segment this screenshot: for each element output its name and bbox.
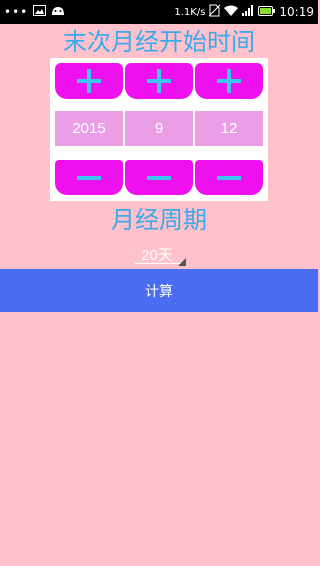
no-sim-icon [209, 4, 221, 20]
wifi-icon [224, 5, 239, 19]
cycle-length-select[interactable]: 20天 [133, 242, 186, 266]
select-underline [135, 263, 183, 264]
minus-icon [77, 175, 101, 180]
image-icon [33, 5, 47, 19]
cycle-label: 月经周期 [111, 206, 207, 234]
minus-icon [147, 175, 171, 180]
day-increment-button[interactable] [195, 63, 263, 99]
month-decrement-button[interactable] [125, 160, 193, 195]
cycle-length-value: 20天 [141, 247, 173, 264]
year-stepper: 2015 [55, 58, 123, 201]
minus-icon [217, 175, 241, 180]
dropdown-arrow-icon [178, 258, 186, 266]
signal-icon [242, 5, 254, 19]
day-value[interactable]: 12 [195, 111, 263, 146]
year-increment-button[interactable] [55, 63, 123, 99]
month-value[interactable]: 9 [125, 111, 193, 146]
year-value[interactable]: 2015 [55, 111, 123, 146]
page-title: 末次月经开始时间 [63, 28, 255, 56]
day-stepper: 12 [195, 58, 263, 201]
notification-dots: ••• [4, 5, 29, 19]
year-decrement-button[interactable] [55, 160, 123, 195]
plus-icon [147, 69, 171, 93]
month-increment-button[interactable] [125, 63, 193, 99]
month-stepper: 9 [125, 58, 193, 201]
date-picker: 2015 9 12 [50, 58, 268, 201]
network-speed: 1.1K/s [174, 6, 206, 18]
plus-icon [77, 69, 101, 93]
day-decrement-button[interactable] [195, 160, 263, 195]
plus-icon [217, 69, 241, 93]
status-bar: ••• 1.1K/s 10:19 [0, 0, 318, 24]
battery-icon [258, 5, 276, 19]
android-icon [51, 5, 65, 19]
clock: 10:19 [279, 5, 314, 19]
calculate-button[interactable]: 计算 [0, 269, 318, 312]
